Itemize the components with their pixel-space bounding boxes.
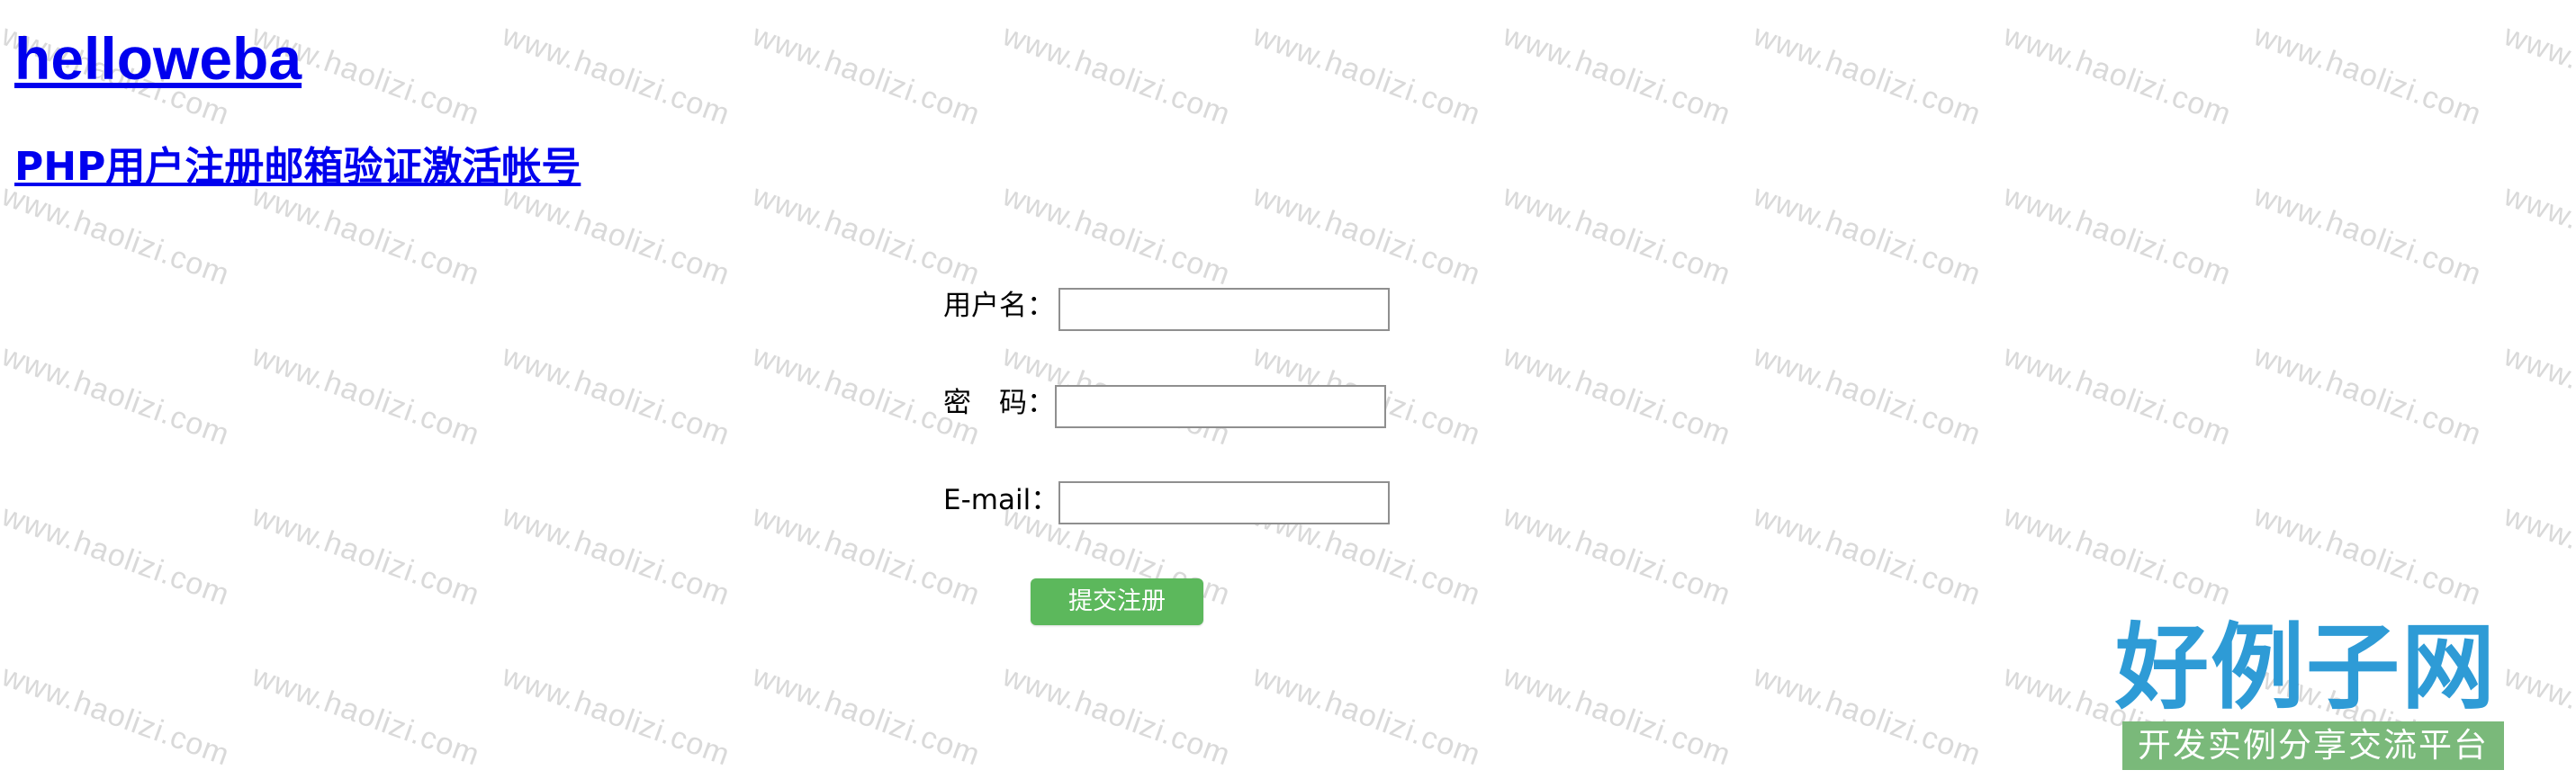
watermark-text: www.haolizi.com [748, 18, 986, 132]
watermark-text: www.haolizi.com [1248, 658, 1486, 773]
article-title-link[interactable]: PHP用户注册邮箱验证激活帐号 [14, 148, 581, 187]
watermark-text: www.haolizi.com [248, 498, 485, 613]
watermark-text: www.haolizi.com [248, 178, 485, 292]
watermark-text: www.haolizi.com [1499, 18, 1736, 132]
watermark-text: www.haolizi.com [1248, 18, 1486, 132]
watermark-text: www.haolizi.com [1999, 498, 2237, 613]
watermark-text: www.haolizi.com [998, 18, 1236, 132]
watermark-text: www.haolizi.com [2249, 18, 2487, 132]
logo-sub-text: 开发实例分享交流平台 [2138, 726, 2489, 765]
watermark-text: www.haolizi.com [2249, 498, 2487, 613]
submit-register-button[interactable]: 提交注册 [1031, 578, 1203, 625]
watermark-text: www.haolizi.com [0, 498, 235, 613]
watermark-text: www.haolizi.com [2499, 178, 2576, 292]
watermark-text: www.haolizi.com [248, 658, 485, 773]
logo-main-text: 好例子网 [2115, 613, 2498, 722]
watermark-text: www.haolizi.com [998, 658, 1236, 773]
watermark-text: www.haolizi.com [0, 658, 235, 773]
password-label: 密 码： [943, 387, 1055, 419]
page: www.haolizi.com www.haolizi.com www.haoliz… [0, 0, 2576, 779]
watermark-text: www.haolizi.com [1749, 658, 1986, 773]
site-title-link[interactable]: helloweba [14, 29, 302, 88]
watermark-text: www.haolizi.com [248, 338, 485, 452]
watermark-text: www.haolizi.com [1749, 18, 1986, 132]
watermark-text: www.haolizi.com [748, 178, 986, 292]
watermark-text: www.haolizi.com [1749, 498, 1986, 613]
watermark-text: www.haolizi.com [1999, 178, 2237, 292]
watermark-text: www.haolizi.com [1749, 178, 1986, 292]
watermark-text: www.haolizi.com [1749, 338, 1986, 452]
password-input[interactable] [1055, 385, 1386, 428]
watermark-text: www.haolizi.com [2499, 338, 2576, 452]
watermark-text: www.haolizi.com [1499, 498, 1736, 613]
watermark-text: www.haolizi.com [1499, 178, 1736, 292]
watermark-text: www.haolizi.com [1999, 18, 2237, 132]
watermark-text: www.haolizi.com [0, 338, 235, 452]
watermark-text: www.haolizi.com [2499, 498, 2576, 613]
watermark-text: www.haolizi.com [498, 498, 735, 613]
watermark-text: www.haolizi.com [498, 18, 735, 132]
watermark-text: www.haolizi.com [498, 178, 735, 292]
email-label: E-mail： [943, 484, 1059, 516]
username-input[interactable] [1058, 288, 1390, 331]
watermark-text: www.haolizi.com [1499, 658, 1736, 773]
watermark-text: www.haolizi.com [1248, 178, 1486, 292]
username-label: 用户名： [943, 290, 1055, 322]
watermark-text: www.haolizi.com [998, 178, 1236, 292]
haolizi-logo: 好例子网 开发实例分享交流平台 [2115, 621, 2511, 770]
email-input[interactable] [1058, 481, 1390, 524]
watermark-text: www.haolizi.com [1499, 338, 1736, 452]
watermark-text: www.haolizi.com [1999, 338, 2237, 452]
watermark-text: www.haolizi.com [0, 178, 235, 292]
watermark-text: www.haolizi.com [498, 658, 735, 773]
watermark-text: www.haolizi.com [498, 338, 735, 452]
watermark-text: www.haolizi.com [2499, 18, 2576, 132]
watermark-text: www.haolizi.com [2249, 178, 2487, 292]
watermark-text: www.haolizi.com [2249, 338, 2487, 452]
watermark-text: www.haolizi.com [748, 658, 986, 773]
